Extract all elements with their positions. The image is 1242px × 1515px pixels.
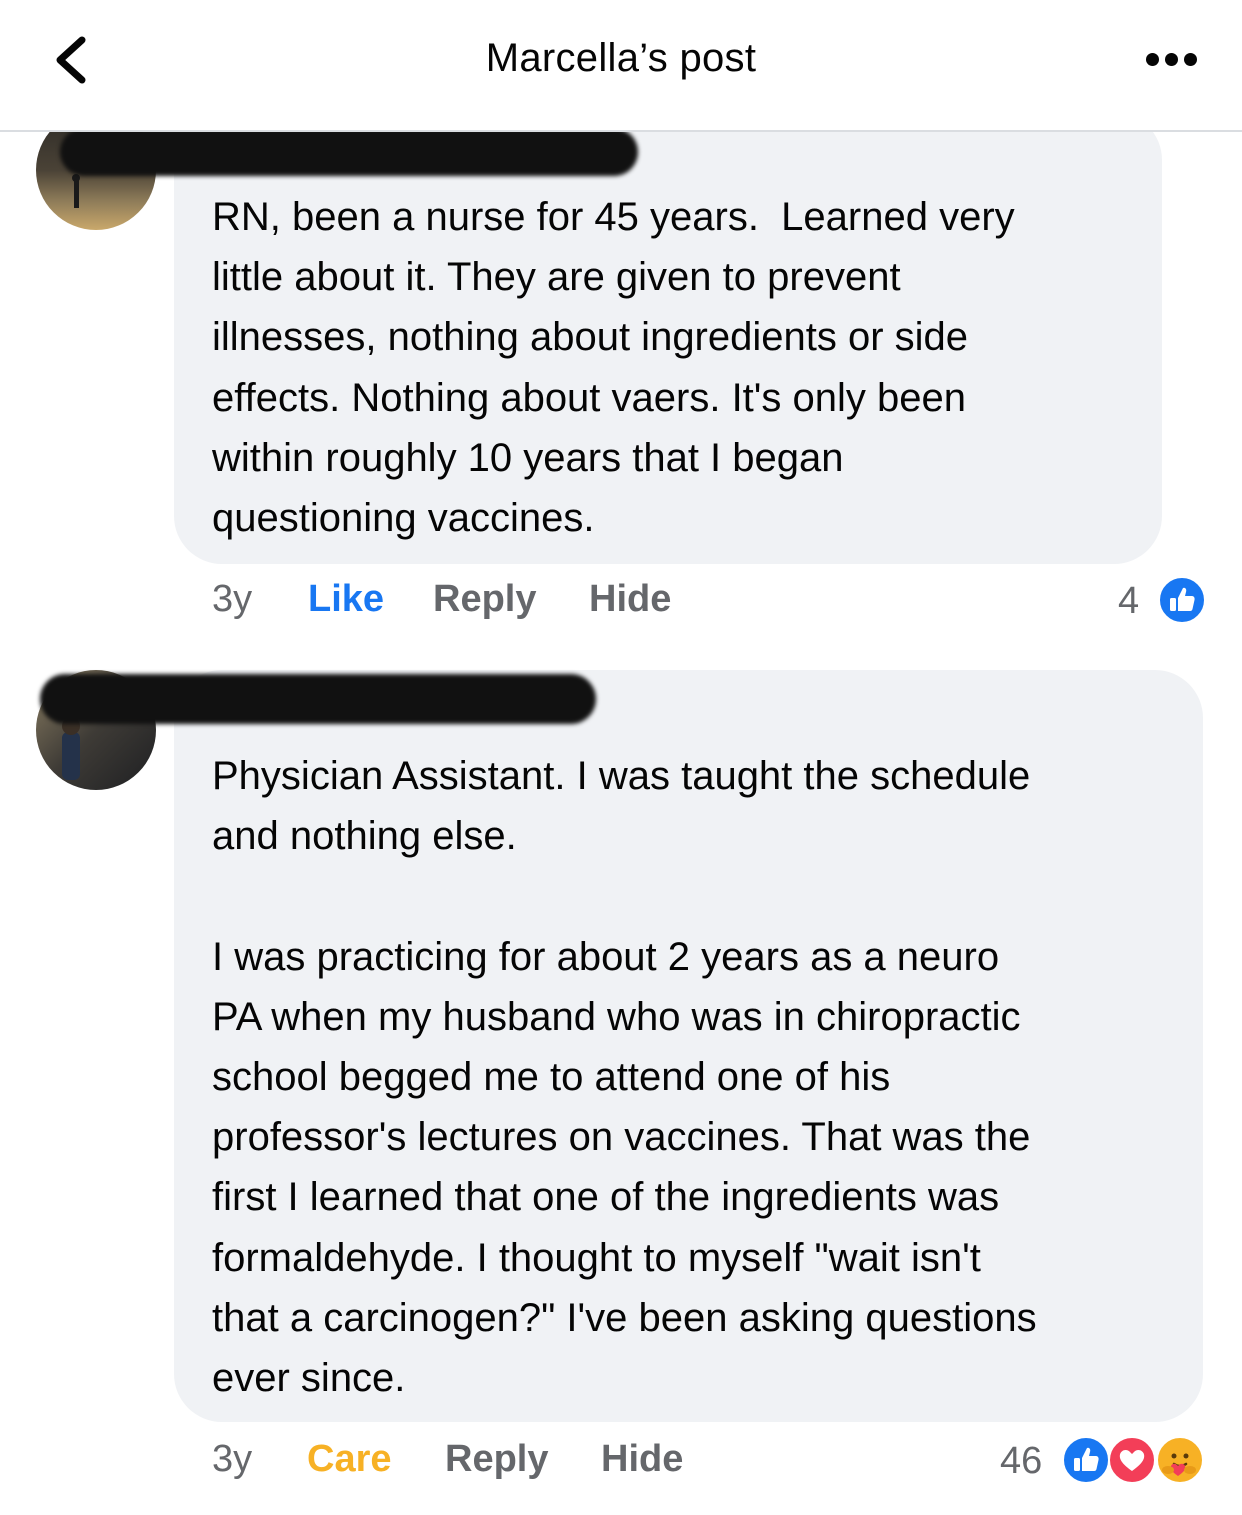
hide-button[interactable]: Hide <box>601 1438 683 1481</box>
more-dot-icon <box>1184 53 1197 66</box>
reply-button[interactable]: Reply <box>433 578 536 621</box>
comment-actions: 3y Like Reply Hide <box>212 578 712 628</box>
page-title: Marcella’s post <box>485 36 757 80</box>
like-icon <box>1062 1436 1110 1484</box>
comment-text: Physician Assistant. I was taught the sc… <box>212 754 1037 1401</box>
love-icon <box>1108 1436 1156 1484</box>
like-button[interactable]: Like <box>308 578 384 621</box>
care-icon <box>1156 1436 1204 1484</box>
more-options-button[interactable] <box>1140 50 1200 70</box>
redacted-author-name <box>40 674 596 724</box>
reaction-count[interactable]: 4 <box>1118 580 1139 623</box>
more-dot-icon <box>1165 53 1178 66</box>
comment-timestamp: 3y <box>212 1438 253 1480</box>
care-button[interactable]: Care <box>307 1438 392 1481</box>
comment-timestamp: 3y <box>212 578 253 620</box>
redacted-author-name <box>60 128 638 176</box>
reaction-count[interactable]: 46 <box>1000 1440 1042 1483</box>
more-dot-icon <box>1146 53 1159 66</box>
comment-text: RN, been a nurse for 45 years. Learned v… <box>212 195 1015 541</box>
top-bar: Marcella’s post <box>0 0 1242 132</box>
like-icon <box>1158 576 1206 624</box>
comment-actions: 3y Care Reply Hide <box>212 1438 732 1488</box>
reply-button[interactable]: Reply <box>445 1438 548 1481</box>
hide-button[interactable]: Hide <box>589 578 671 621</box>
